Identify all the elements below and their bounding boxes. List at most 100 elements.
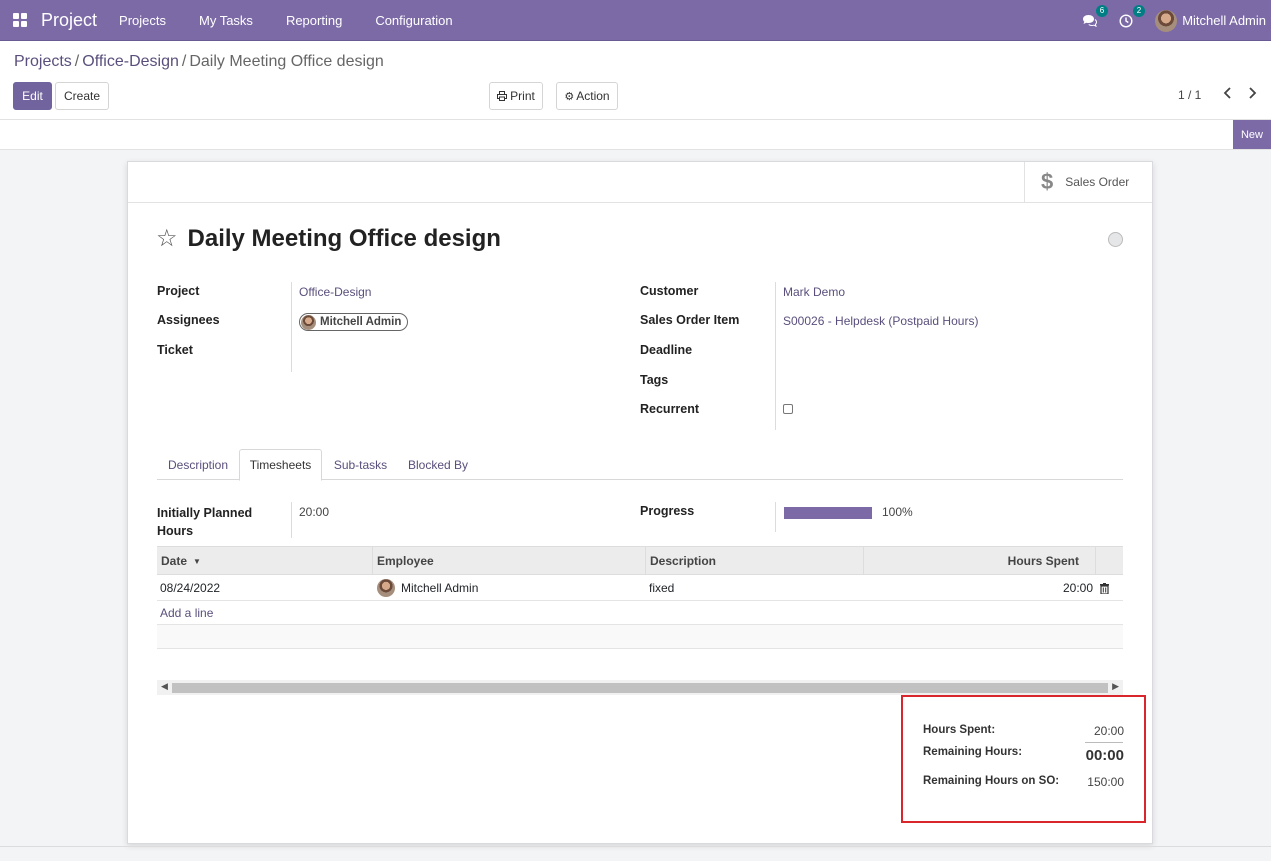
breadcrumb: Projects / Office-Design / Daily Meeting Off… xyxy=(14,53,384,71)
action-label: Action xyxy=(576,89,610,103)
sales-order-smart-button[interactable]: $ Sales Order xyxy=(1024,162,1152,202)
stage-new[interactable]: New xyxy=(1233,120,1271,149)
field-separator xyxy=(775,282,776,430)
menu-projects[interactable]: Projects xyxy=(119,13,166,28)
messages-icon[interactable]: 6 xyxy=(1081,4,1109,29)
table-footer xyxy=(157,649,1123,673)
table-header: Date ▼ Employee Description Hours Spent xyxy=(157,546,1123,575)
planned-hours-label-line2: Hours xyxy=(157,524,194,538)
scroll-left-icon[interactable]: ◀ xyxy=(161,681,168,692)
pager-previous-icon[interactable] xyxy=(1223,86,1232,102)
printer-icon xyxy=(497,91,508,101)
row-hours-spent[interactable]: 20:00 xyxy=(864,575,1093,601)
menu-my-tasks[interactable]: My Tasks xyxy=(199,13,253,28)
user-avatar[interactable] xyxy=(1155,9,1178,32)
row-employee[interactable]: Mitchell Admin xyxy=(374,575,647,601)
messages-count-badge: 6 xyxy=(1095,4,1109,17)
activities-count-badge: 2 xyxy=(1132,4,1146,17)
bottom-divider xyxy=(0,846,1271,847)
row-description[interactable]: fixed xyxy=(646,575,864,601)
assignees-label: Assignees xyxy=(157,313,220,327)
customer-label: Customer xyxy=(640,284,699,298)
tab-blocked-by[interactable]: Blocked By xyxy=(399,449,477,480)
tags-label: Tags xyxy=(640,373,669,387)
row-date[interactable]: 08/24/2022 xyxy=(157,575,373,601)
customer-value[interactable]: Mark Demo xyxy=(783,285,845,299)
kanban-state-circle-icon[interactable] xyxy=(1108,232,1123,247)
breadcrumb-separator: / xyxy=(181,53,187,70)
user-name[interactable]: Mitchell Admin xyxy=(1182,13,1266,28)
top-navbar: Project Projects My Tasks Reporting Conf… xyxy=(0,0,1271,41)
assignee-avatar xyxy=(301,314,316,330)
status-bar: New xyxy=(0,119,1271,150)
horizontal-scrollbar[interactable]: ◀ ▶ xyxy=(157,680,1123,695)
recurrent-label: Recurrent xyxy=(640,402,700,416)
scroll-right-icon[interactable]: ▶ xyxy=(1112,681,1119,692)
assignee-name: Mitchell Admin xyxy=(320,316,402,328)
scrollbar-thumb[interactable] xyxy=(172,683,1108,693)
remaining-hours-value: 00:00 xyxy=(1085,747,1124,764)
pager-value[interactable]: 1 / 1 xyxy=(1178,88,1201,102)
remaining-hours-so-label: Remaining Hours on SO: xyxy=(923,775,1060,787)
field-separator xyxy=(775,502,776,532)
planned-hours-value[interactable]: 20:00 xyxy=(299,505,329,519)
table-row[interactable]: 08/24/2022 Mitchell Admin fixed 20:00 xyxy=(157,575,1123,601)
recurrent-checkbox[interactable] xyxy=(783,404,793,414)
pager-next-icon[interactable] xyxy=(1248,86,1257,102)
row-employee-name: Mitchell Admin xyxy=(401,581,479,595)
tab-timesheets[interactable]: Timesheets xyxy=(239,449,322,481)
ticket-label: Ticket xyxy=(157,343,193,357)
planned-hours-label: Initially Planned Hours xyxy=(157,504,252,540)
add-a-line-link[interactable]: Add a line xyxy=(160,606,213,620)
column-date-label: Date xyxy=(161,554,188,568)
column-employee[interactable]: Employee xyxy=(373,547,646,575)
sort-caret-down-icon: ▼ xyxy=(193,556,201,566)
column-hours-spent[interactable]: Hours Spent xyxy=(864,547,1096,575)
action-button[interactable]: ⚙ Action xyxy=(556,82,618,110)
print-button[interactable]: Print xyxy=(489,82,543,110)
remaining-hours-so-value: 150:00 xyxy=(1087,775,1124,789)
breadcrumb-current: Daily Meeting Office design xyxy=(189,53,384,70)
title-row: ☆ Daily Meeting Office design xyxy=(156,224,501,253)
employee-avatar xyxy=(377,579,395,597)
apps-menu-icon[interactable] xyxy=(13,13,27,27)
activities-clock-icon[interactable]: 2 xyxy=(1118,4,1146,29)
add-a-line: Add a line xyxy=(157,601,1123,625)
hours-spent-value: 20:00 xyxy=(1093,724,1124,738)
planned-hours-label-line1: Initially Planned xyxy=(157,506,253,520)
sales-order-item-value[interactable]: S00026 - Helpdesk (Postpaid Hours) xyxy=(783,314,978,328)
smart-button-box: $ Sales Order xyxy=(128,162,1152,203)
empty-row xyxy=(157,625,1123,649)
notebook-tabs: Description Timesheets Sub-tasks Blocked… xyxy=(157,449,1123,481)
print-label: Print xyxy=(510,89,535,103)
dollar-icon: $ xyxy=(1041,169,1054,194)
breadcrumb-office-design[interactable]: Office-Design xyxy=(82,53,179,70)
remaining-hours-label: Remaining Hours: xyxy=(923,746,1023,758)
field-separator xyxy=(291,502,292,538)
field-separator xyxy=(291,282,292,372)
create-button[interactable]: Create xyxy=(55,82,109,110)
menu-reporting[interactable]: Reporting xyxy=(286,13,342,28)
project-value[interactable]: Office-Design xyxy=(299,285,371,299)
deadline-label: Deadline xyxy=(640,343,693,357)
task-title: Daily Meeting Office design xyxy=(187,224,501,252)
column-description[interactable]: Description xyxy=(646,547,864,575)
menu-configuration[interactable]: Configuration xyxy=(375,13,452,28)
tab-sub-tasks[interactable]: Sub-tasks xyxy=(322,449,399,480)
app-title[interactable]: Project xyxy=(41,10,97,31)
totals-divider xyxy=(1085,742,1123,743)
breadcrumb-projects[interactable]: Projects xyxy=(14,53,72,70)
project-label: Project xyxy=(157,284,200,298)
progress-label: Progress xyxy=(640,504,695,518)
progress-bar xyxy=(784,507,872,519)
timesheet-table: Date ▼ Employee Description Hours Spent … xyxy=(157,546,1123,673)
trash-delete-icon[interactable] xyxy=(1097,575,1113,601)
edit-button[interactable]: Edit xyxy=(13,82,52,110)
star-priority-icon[interactable]: ☆ xyxy=(156,224,178,253)
assignee-tag[interactable]: Mitchell Admin xyxy=(299,313,409,331)
tab-description[interactable]: Description xyxy=(157,449,239,480)
sales-order-item-label: Sales Order Item xyxy=(640,313,740,327)
hours-spent-label: Hours Spent: xyxy=(923,724,996,736)
column-date[interactable]: Date ▼ xyxy=(157,547,373,575)
sales-order-label: Sales Order xyxy=(1065,175,1130,189)
